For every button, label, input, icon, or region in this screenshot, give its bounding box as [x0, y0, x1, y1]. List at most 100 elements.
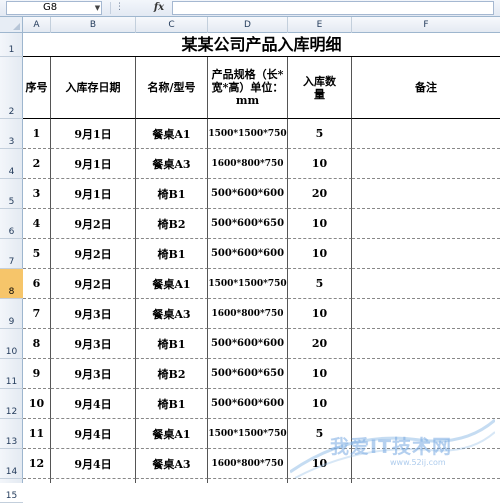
cell-date[interactable]: 9月1日: [51, 149, 136, 179]
cell-note[interactable]: [352, 119, 500, 149]
cell-date[interactable]: 9月1日: [51, 179, 136, 209]
cell-seq[interactable]: 3: [23, 179, 51, 209]
cell-note[interactable]: [352, 269, 500, 299]
column-header-f[interactable]: F: [352, 17, 500, 33]
row-header-7[interactable]: 7: [0, 239, 23, 269]
row-header-9[interactable]: 9: [0, 299, 23, 329]
cell-note[interactable]: [352, 359, 500, 389]
cell-qty[interactable]: 10: [288, 389, 352, 419]
cell-date[interactable]: 9月2日: [51, 269, 136, 299]
cell-note[interactable]: [352, 329, 500, 359]
cell-qty[interactable]: 10: [288, 359, 352, 389]
cell-name[interactable]: 椅B1: [136, 329, 208, 359]
cell-seq[interactable]: 8: [23, 329, 51, 359]
cell-date[interactable]: 9月3日: [51, 359, 136, 389]
cell-name[interactable]: 椅B1: [136, 239, 208, 269]
row-header-6[interactable]: 6: [0, 209, 23, 239]
cell-spec[interactable]: 1600*800*750: [208, 149, 288, 179]
worksheet-grid[interactable]: 某某公司产品入库明细 序号 入库存日期 名称/型号 产品规格（长*宽*高）单位：…: [23, 33, 500, 483]
cell-qty[interactable]: 20: [288, 329, 352, 359]
cell-qty[interactable]: 10: [288, 299, 352, 329]
row-header-10[interactable]: 10: [0, 329, 23, 359]
row-header-5[interactable]: 5: [0, 179, 23, 209]
row-header-13[interactable]: 13: [0, 419, 23, 449]
formula-bar-resize-handle[interactable]: ⋮: [115, 0, 124, 15]
name-box[interactable]: G8: [6, 1, 102, 15]
cell-date[interactable]: 9月1日: [51, 119, 136, 149]
cell-spec[interactable]: 1600*800*750: [208, 449, 288, 479]
header-cell-seq[interactable]: 序号: [23, 57, 51, 119]
cell-name[interactable]: 餐桌A1: [136, 269, 208, 299]
header-cell-spec[interactable]: 产品规格（长*宽*高）单位：mm: [208, 57, 288, 119]
cell-seq[interactable]: 2: [23, 149, 51, 179]
cell-spec[interactable]: 1500*1500*750: [208, 119, 288, 149]
cell-qty[interactable]: 5: [288, 119, 352, 149]
cell-note[interactable]: [352, 299, 500, 329]
cell-qty[interactable]: 10: [288, 149, 352, 179]
cell-spec[interactable]: 1600*800*750: [208, 299, 288, 329]
column-header-a[interactable]: A: [23, 17, 51, 33]
row-header-3[interactable]: 3: [0, 119, 23, 149]
cell-name[interactable]: 椅B1: [136, 389, 208, 419]
cell-seq[interactable]: 11: [23, 419, 51, 449]
cell-spec[interactable]: 500*600*600: [208, 389, 288, 419]
column-header-d[interactable]: D: [208, 17, 288, 33]
cell-note[interactable]: [352, 179, 500, 209]
cell-name[interactable]: 椅B1: [136, 479, 208, 483]
cell-qty[interactable]: 10: [288, 239, 352, 269]
cell-date[interactable]: 9月3日: [51, 299, 136, 329]
cell-note[interactable]: [352, 239, 500, 269]
cell-date[interactable]: 9月4日: [51, 389, 136, 419]
cell-spec[interactable]: 1500*1500*750: [208, 269, 288, 299]
column-header-e[interactable]: E: [288, 17, 352, 33]
cell-spec[interactable]: 500*600*650: [208, 209, 288, 239]
cell-name[interactable]: 椅B1: [136, 179, 208, 209]
cell-name[interactable]: 餐桌A3: [136, 299, 208, 329]
cell-name[interactable]: 餐桌A3: [136, 449, 208, 479]
row-header-2[interactable]: 2: [0, 57, 23, 119]
cell-note[interactable]: [352, 389, 500, 419]
cell-seq[interactable]: 1: [23, 119, 51, 149]
cell-seq[interactable]: 7: [23, 299, 51, 329]
cell-spec[interactable]: 500*600*600: [208, 329, 288, 359]
cell-name[interactable]: 椅B2: [136, 209, 208, 239]
row-header-8[interactable]: 8: [0, 269, 23, 299]
row-header-14[interactable]: 14: [0, 449, 23, 479]
cell-note[interactable]: [352, 479, 500, 483]
cell-spec[interactable]: 500*600*650: [208, 359, 288, 389]
header-cell-qty[interactable]: 入库数量: [288, 57, 352, 119]
row-header-4[interactable]: 4: [0, 149, 23, 179]
cell-name[interactable]: 椅B2: [136, 359, 208, 389]
cell-seq[interactable]: 13: [23, 479, 51, 483]
sheet-title-cell[interactable]: 某某公司产品入库明细: [23, 33, 500, 57]
cell-spec[interactable]: 500*600*600: [208, 239, 288, 269]
cell-date[interactable]: 9月4日: [51, 449, 136, 479]
cell-seq[interactable]: 9: [23, 359, 51, 389]
select-all-button[interactable]: [0, 17, 23, 33]
row-header-12[interactable]: 12: [0, 389, 23, 419]
header-cell-date[interactable]: 入库存日期: [51, 57, 136, 119]
name-box-dropdown-icon[interactable]: ▼: [93, 1, 102, 15]
cell-qty[interactable]: 5: [288, 269, 352, 299]
header-cell-note[interactable]: 备注: [352, 57, 500, 119]
cell-spec[interactable]: 500*600*600: [208, 179, 288, 209]
cell-name[interactable]: 餐桌A3: [136, 149, 208, 179]
cell-seq[interactable]: 6: [23, 269, 51, 299]
cell-name[interactable]: 餐桌A1: [136, 419, 208, 449]
cell-date[interactable]: 9月2日: [51, 239, 136, 269]
cell-date[interactable]: 9月4日: [51, 419, 136, 449]
cell-note[interactable]: [352, 149, 500, 179]
cell-seq[interactable]: 12: [23, 449, 51, 479]
cell-seq[interactable]: 4: [23, 209, 51, 239]
cell-seq[interactable]: 5: [23, 239, 51, 269]
column-header-c[interactable]: C: [136, 17, 208, 33]
cell-date[interactable]: 9月3日: [51, 329, 136, 359]
header-cell-name[interactable]: 名称/型号: [136, 57, 208, 119]
formula-input[interactable]: [172, 1, 494, 15]
cell-note[interactable]: [352, 209, 500, 239]
cell-qty[interactable]: 10: [288, 209, 352, 239]
cell-date[interactable]: 9月2日: [51, 209, 136, 239]
row-header-11[interactable]: 11: [0, 359, 23, 389]
cell-name[interactable]: 餐桌A1: [136, 119, 208, 149]
cell-date[interactable]: 9月5日: [51, 479, 136, 483]
